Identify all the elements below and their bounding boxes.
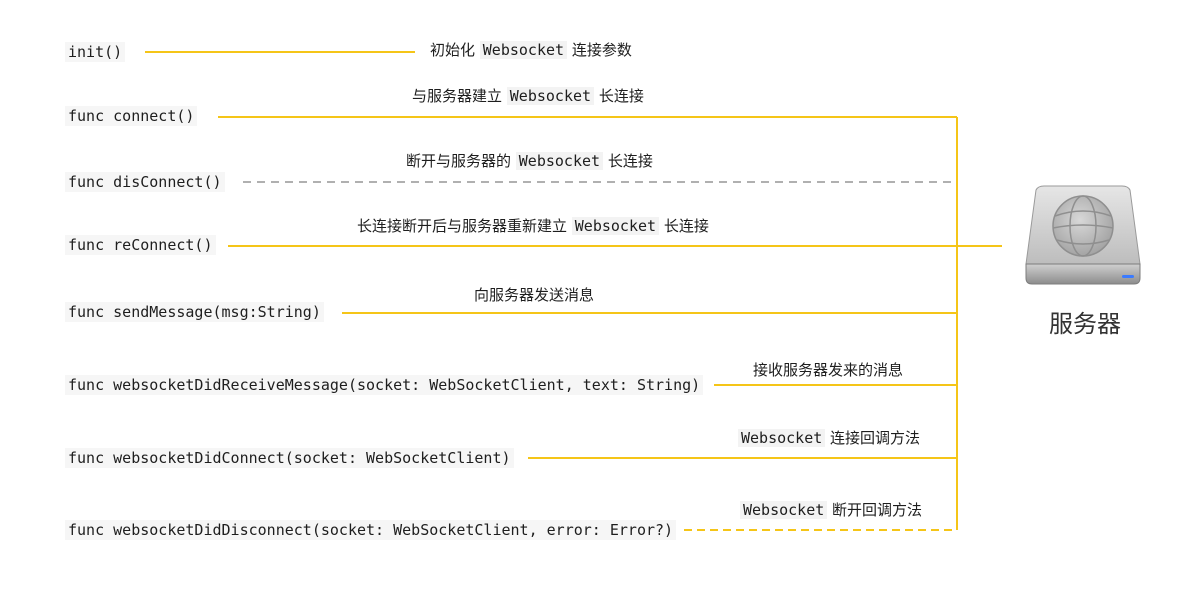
note-text: 断开与服务器的 xyxy=(406,152,516,170)
note-code: Websocket xyxy=(571,217,660,235)
method-keyword: func xyxy=(68,236,105,254)
note-receive-message: 接收服务器发来的消息 xyxy=(753,360,903,380)
method-did-disconnect-signature: websocketDidDisconnect(socket: WebSocket… xyxy=(113,521,674,539)
note-code: Websocket xyxy=(506,87,595,105)
note-connect: 与服务器建立 Websocket 长连接 xyxy=(412,86,644,106)
note-code: Websocket xyxy=(738,429,826,447)
server-drive-icon xyxy=(1025,185,1141,285)
note-did-connect: Websocket 连接回调方法 xyxy=(738,428,920,448)
websocket-api-diagram: init() func connect() func disConnect() … xyxy=(0,0,1200,600)
note-disconnect: 断开与服务器的 Websocket 长连接 xyxy=(406,151,653,171)
note-code: Websocket xyxy=(515,152,604,170)
note-code: Websocket xyxy=(479,41,568,59)
method-did-disconnect: func websocketDidDisconnect(socket: WebS… xyxy=(65,520,677,540)
note-text: 长连接 xyxy=(594,87,644,105)
method-reconnect: func reConnect() xyxy=(65,235,216,255)
note-text: 接收服务器发来的消息 xyxy=(753,361,904,379)
method-did-receive-message: func websocketDidReceiveMessage(socket: … xyxy=(65,375,704,395)
method-keyword: func xyxy=(68,173,105,191)
method-init-signature: init() xyxy=(68,43,123,61)
note-did-disconnect: Websocket 断开回调方法 xyxy=(740,500,922,520)
note-text: 长连接 xyxy=(659,217,709,235)
note-text: 长连接 xyxy=(603,152,653,170)
note-reconnect: 长连接断开后与服务器重新建立 Websocket 长连接 xyxy=(357,216,709,236)
method-connect: func connect() xyxy=(65,106,198,126)
note-text: 与服务器建立 xyxy=(412,87,507,105)
method-disconnect-signature: disConnect() xyxy=(113,173,222,191)
method-send-message-signature: sendMessage(msg:String) xyxy=(113,303,321,321)
method-keyword: func xyxy=(68,449,105,467)
method-send-message: func sendMessage(msg:String) xyxy=(65,302,324,322)
method-reconnect-signature: reConnect() xyxy=(113,236,213,254)
method-keyword: func xyxy=(68,107,105,125)
method-did-connect-signature: websocketDidConnect(socket: WebSocketCli… xyxy=(113,449,511,467)
note-text: 连接参数 xyxy=(567,41,632,59)
note-text: 连接回调方法 xyxy=(825,429,921,447)
method-keyword: func xyxy=(68,521,105,539)
method-keyword: func xyxy=(68,376,105,394)
note-text: 长连接断开后与服务器重新建立 xyxy=(357,217,572,235)
note-send-message: 向服务器发送消息 xyxy=(474,285,594,305)
method-did-connect: func websocketDidConnect(socket: WebSock… xyxy=(65,448,514,468)
method-keyword: func xyxy=(68,303,105,321)
method-disconnect: func disConnect() xyxy=(65,172,225,192)
note-text: 初始化 xyxy=(430,41,480,59)
method-init: init() xyxy=(65,42,126,62)
note-code: Websocket xyxy=(740,501,828,519)
method-connect-signature: connect() xyxy=(113,107,195,125)
method-did-receive-message-signature: websocketDidReceiveMessage(socket: WebSo… xyxy=(113,376,701,394)
note-init: 初始化 Websocket 连接参数 xyxy=(430,40,632,60)
server-label: 服务器 xyxy=(1049,310,1121,338)
note-text: 断开回调方法 xyxy=(827,501,923,519)
note-text: 向服务器发送消息 xyxy=(474,286,595,304)
